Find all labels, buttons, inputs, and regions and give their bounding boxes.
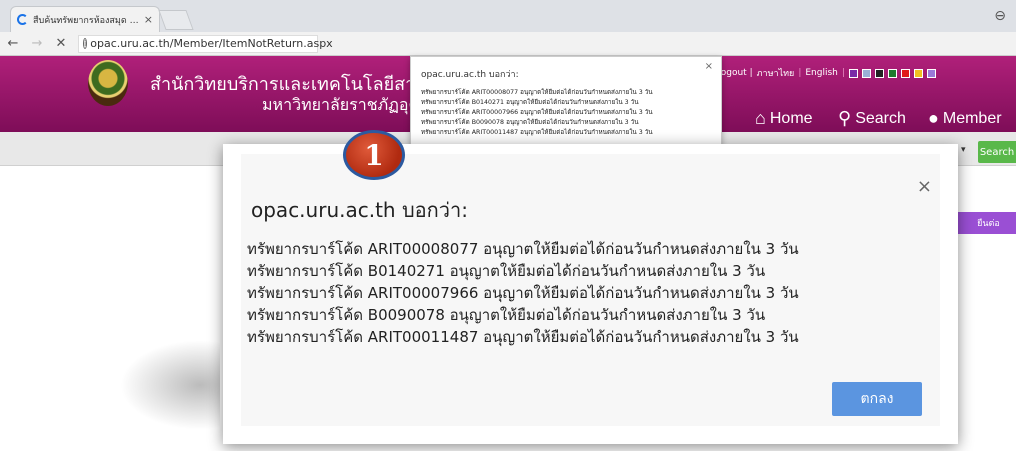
alert-line: ทรัพยากรบาร์โค้ด B0140271 อนุญาตให้ยืมต่… [421,99,639,106]
purple-tab-right-label: ยืนต่อ [977,219,1000,229]
alert-line: ทรัพยากรบาร์โค้ด ARIT00011487 อนุญาตให้ย… [421,129,653,136]
alert-line: ทรัพยากรบาร์โค้ด ARIT00007966 อนุญาตให้ย… [421,109,653,116]
theme-swatch-yellow[interactable] [913,68,923,78]
new-tab-button[interactable] [158,10,194,30]
menu-member[interactable]: ● Member [928,108,1002,129]
menu-home[interactable]: ⌂ Home [755,108,813,129]
search-icon: ⚲ [838,108,852,128]
dialog-title: opac.uru.ac.th บอกว่า: [251,198,468,222]
dialog-line: ทรัพยากรบาร์โค้ด ARIT00011487 อนุญาตให้ย… [247,328,799,346]
english-language-link[interactable]: English [805,68,838,78]
search-button[interactable]: Search [978,141,1016,163]
browser-alert-small: × opac.uru.ac.th บอกว่า: ทรัพยากรบาร์โค้… [410,56,722,148]
dialog-line: ทรัพยากรบาร์โค้ด ARIT00008077 อนุญาตให้ย… [247,240,799,258]
dialog-message: ทรัพยากรบาร์โค้ด ARIT00008077 อนุญาตให้ย… [247,238,799,348]
alert-line: ทรัพยากรบาร์โค้ด ARIT00008077 อนุญาตให้ย… [421,89,653,96]
screenshot-root: สืบค้นทรัพยากรห้องสมุด - สำ × ⊖ ← → ✕ i … [0,0,1016,451]
member-icon: ● [928,108,939,128]
alert-title: opac.uru.ac.th บอกว่า: [421,70,519,80]
profile-icon[interactable]: ⊖ [994,8,1006,24]
home-icon: ⌂ [755,108,766,128]
step-number-badge: 1 [343,130,405,180]
dialog-line: ทรัพยากรบาร์โค้ด ARIT00007966 อนุญาตให้ย… [247,284,799,302]
menu-search[interactable]: ⚲ Search [838,108,906,129]
info-icon[interactable]: i [83,38,88,49]
dialog-shadow [120,340,220,430]
forward-button[interactable]: → [30,36,44,51]
menu-home-label: Home [769,109,813,127]
alert-line: ทรัพยากรบาร์โค้ด B0090078 อนุญาตให้ยืมต่… [421,119,639,126]
browser-tab[interactable]: สืบค้นทรัพยากรห้องสมุด - สำ × [10,6,160,32]
close-icon[interactable]: × [917,176,932,197]
ok-button[interactable]: ตกลง [832,382,922,416]
theme-swatch-red[interactable] [900,68,910,78]
theme-swatch-purple[interactable] [848,68,858,78]
address-bar-row: ← → ✕ i opac.uru.ac.th/Member/ItemNotRet… [0,32,1016,56]
menu-search-label: Search [855,109,906,127]
university-logo[interactable] [88,60,128,106]
thai-language-link[interactable]: ภาษาไทย [757,66,795,80]
loading-spinner-icon [17,14,28,25]
alert-dialog-body: × opac.uru.ac.th บอกว่า: ทรัพยากรบาร์โค้… [241,154,940,426]
theme-swatch-violet[interactable] [926,68,936,78]
dialog-line: ทรัพยากรบาร์โค้ด B0090078 อนุญาตให้ยืมต่… [247,306,766,324]
back-button[interactable]: ← [6,36,20,51]
alert-dialog-zoomed: × opac.uru.ac.th บอกว่า: ทรัพยากรบาร์โค้… [223,144,958,444]
url-text: opac.uru.ac.th/Member/ItemNotReturn.aspx [90,37,333,50]
search-type-dropdown[interactable]: ▾ [961,145,966,155]
url-input[interactable]: i opac.uru.ac.th/Member/ItemNotReturn.as… [78,34,333,53]
theme-swatch-black[interactable] [874,68,884,78]
menu-member-label: Member [942,109,1002,127]
theme-swatch-lightblue[interactable] [861,68,871,78]
dialog-line: ทรัพยากรบาร์โค้ด B0140271 อนุญาตให้ยืมต่… [247,262,766,280]
top-links: | Logout | ภาษาไทย | English | [710,66,1016,80]
browser-tab-strip: สืบค้นทรัพยากรห้องสมุด - สำ × ⊖ [0,0,1016,32]
stop-button[interactable]: ✕ [54,36,68,51]
close-icon[interactable]: × [705,61,713,72]
separator: | [798,68,802,78]
theme-swatch-green[interactable] [887,68,897,78]
tab-close-icon[interactable]: × [144,13,153,26]
separator: | [841,68,845,78]
tab-title: สืบค้นทรัพยากรห้องสมุด - สำ [33,15,139,26]
